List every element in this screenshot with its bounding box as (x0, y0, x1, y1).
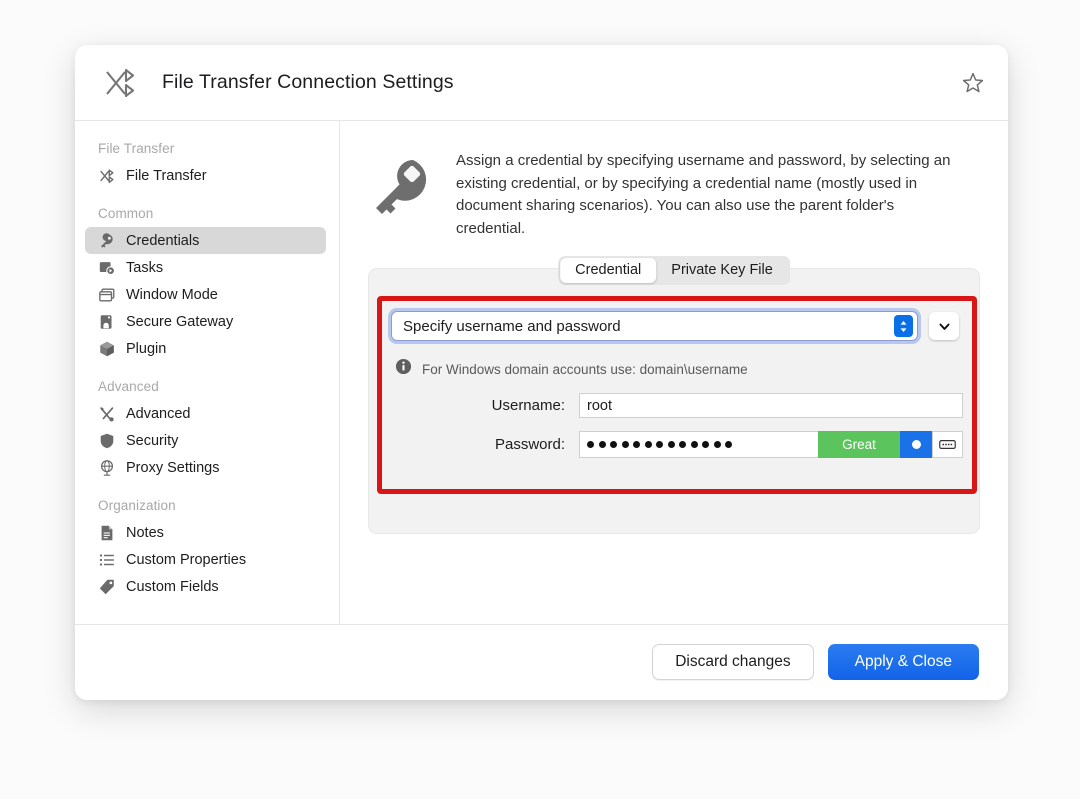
keyboard-icon (939, 440, 956, 449)
username-label: Username: (491, 397, 565, 414)
sidebar-item-label: Advanced (126, 405, 191, 422)
window-mode-icon (97, 285, 116, 304)
password-dot (644, 441, 652, 448)
tab-credential[interactable]: Credential (560, 258, 657, 283)
sidebar-group: Advanced Advanced Security Proxy Setting… (75, 379, 339, 481)
globe-icon (97, 458, 116, 477)
sidebar-item-label: Custom Fields (126, 578, 219, 595)
window-titlebar: File Transfer Connection Settings (75, 45, 1008, 121)
sidebar-item-label: Plugin (126, 340, 167, 357)
credential-card: Credential Private Key File Specify user… (368, 256, 980, 534)
sidebar-group: Organization Notes Custom Properties Cus… (75, 498, 339, 600)
page-title: File Transfer Connection Settings (162, 71, 454, 93)
sidebar-item-label: Security (126, 432, 179, 449)
sidebar-group-title: Advanced (98, 379, 159, 394)
tasks-icon (97, 258, 116, 277)
key-icon (97, 231, 116, 250)
dialog-footer: Discard changes Apply & Close (75, 624, 1008, 699)
password-controls: Great (579, 431, 963, 458)
star-outline-icon[interactable] (958, 68, 988, 98)
domain-hint-text: For Windows domain accounts use: domain\… (422, 361, 748, 377)
sidebar-item-window-mode[interactable]: Window Mode (85, 281, 326, 308)
discard-changes-button[interactable]: Discard changes (652, 644, 814, 680)
username-row: Username: root (391, 393, 963, 418)
password-dot (702, 441, 709, 448)
sidebar-group-title: Organization (98, 498, 176, 513)
sidebar-item-label: Secure Gateway (126, 313, 234, 330)
domain-hint: For Windows domain accounts use: domain\… (391, 358, 963, 380)
password-dot (679, 441, 686, 448)
sidebar-item-custom-properties[interactable]: Custom Properties (85, 546, 326, 573)
file-transfer-icon (97, 166, 116, 185)
key-icon (368, 154, 434, 220)
credential-mode-expand-button[interactable] (929, 312, 959, 340)
sidebar-item-custom-fields[interactable]: Custom Fields (85, 573, 326, 600)
secure-gateway-icon (97, 312, 116, 331)
tools-icon (97, 404, 116, 423)
plugin-cube-icon (97, 339, 116, 358)
up-down-stepper-icon[interactable] (894, 315, 913, 337)
settings-window: File Transfer Connection Settings File T… (75, 45, 1008, 700)
password-label: Password: (494, 436, 565, 453)
credential-mode-select[interactable]: Specify username and password (391, 311, 918, 341)
password-dot (690, 441, 698, 448)
password-dot (667, 441, 675, 448)
apply-and-close-button[interactable]: Apply & Close (827, 644, 979, 680)
window-body: File Transfer File Transfer Common Crede… (75, 121, 1008, 624)
sidebar-item-label: Notes (126, 524, 164, 541)
sidebar-item-secure-gateway[interactable]: Secure Gateway (85, 308, 326, 335)
password-masked-value (587, 441, 732, 448)
password-strength-badge: Great (818, 431, 900, 458)
password-dot (725, 441, 732, 448)
credential-tabs: Credential Private Key File (558, 256, 790, 285)
file-transfer-icon (99, 62, 141, 104)
sidebar-item-file-transfer[interactable]: File Transfer (85, 162, 326, 189)
credentials-panel: Assign a credential by specifying userna… (340, 121, 1008, 624)
info-icon (395, 358, 412, 380)
password-keyboard-button[interactable] (932, 431, 963, 458)
shield-icon (97, 431, 116, 450)
blue-dot-icon (911, 440, 921, 449)
panel-description: Assign a credential by specifying userna… (456, 152, 951, 237)
password-dot (621, 441, 629, 448)
username-input[interactable]: root (579, 393, 963, 418)
password-dot (610, 441, 617, 448)
password-input[interactable] (579, 431, 818, 458)
panel-intro: Assign a credential by specifying userna… (368, 148, 980, 240)
credential-mode-row: Specify username and password (391, 311, 963, 341)
sidebar-item-proxy-settings[interactable]: Proxy Settings (85, 454, 326, 481)
sidebar-item-label: Proxy Settings (126, 459, 220, 476)
sidebar-item-tasks[interactable]: Tasks (85, 254, 326, 281)
chevron-down-icon (939, 323, 949, 330)
sidebar-item-label: File Transfer (126, 167, 207, 184)
tag-icon (97, 577, 116, 596)
credential-form: Specify username and password For Window… (391, 311, 963, 458)
tab-private-key-file[interactable]: Private Key File (656, 258, 788, 283)
sidebar-group-title: Common (98, 206, 154, 221)
sidebar-item-label: Tasks (126, 259, 164, 276)
notes-icon (97, 523, 116, 542)
credential-mode-value: Specify username and password (403, 317, 621, 335)
password-dot (656, 441, 663, 448)
password-row: Password: Great (391, 431, 963, 458)
sidebar-group: File Transfer File Transfer (75, 141, 339, 189)
sidebar-item-label: Credentials (126, 232, 200, 249)
password-dot (587, 441, 594, 448)
sidebar-item-advanced[interactable]: Advanced (85, 400, 326, 427)
sidebar-item-security[interactable]: Security (85, 427, 326, 454)
sidebar-item-label: Window Mode (126, 286, 218, 303)
sidebar-group-title: File Transfer (98, 141, 175, 156)
password-dot (633, 441, 640, 448)
password-dot (598, 441, 606, 448)
sidebar-item-notes[interactable]: Notes (85, 519, 326, 546)
sidebar-group: Common Credentials Tasks Window Mode Sec… (75, 206, 339, 362)
sidebar-item-credentials[interactable]: Credentials (85, 227, 326, 254)
password-reveal-button[interactable] (900, 431, 932, 458)
password-dot (713, 441, 721, 448)
settings-sidebar: File Transfer File Transfer Common Crede… (75, 121, 340, 624)
sidebar-item-plugin[interactable]: Plugin (85, 335, 326, 362)
list-icon (97, 550, 116, 569)
sidebar-item-label: Custom Properties (126, 551, 247, 568)
